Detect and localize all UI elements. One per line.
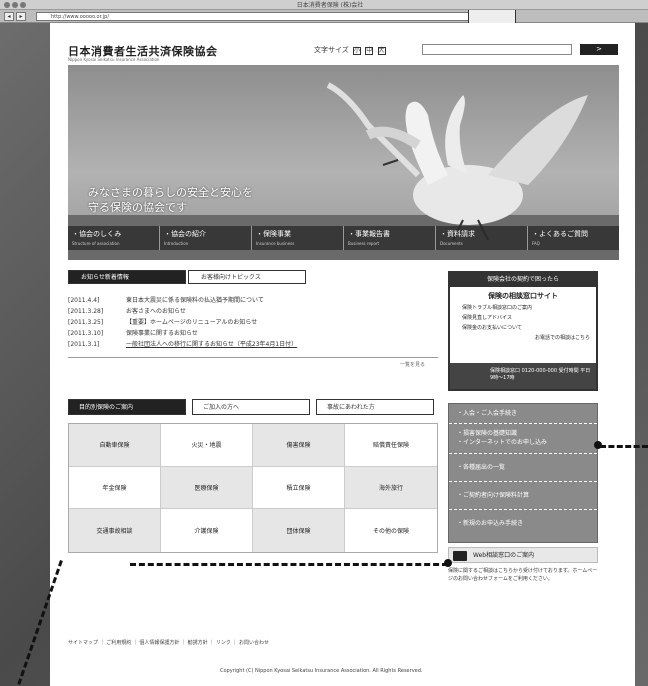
- category-cell[interactable]: 交通事故相談: [69, 509, 161, 552]
- category-cell[interactable]: 団体保険: [253, 509, 345, 552]
- footer-links: サイトマップ ｜ ご利用規約 ｜ 個人情報保護方針 ｜ 勧誘方針 ｜ リンク ｜…: [68, 640, 270, 646]
- footer-link[interactable]: ご利用規約: [106, 640, 131, 646]
- news-list: [2011.4.4] 東日本大震災に係る保険料の払込猶予期間について [2011.…: [68, 295, 438, 350]
- footer-link[interactable]: サイトマップ: [68, 640, 98, 646]
- search-button[interactable]: >: [580, 44, 618, 55]
- category-cell[interactable]: 自動車保険: [69, 424, 161, 467]
- text-size-medium[interactable]: 中: [365, 47, 374, 55]
- category-cell[interactable]: 火災・地震: [161, 424, 253, 467]
- url-text: http://www.ooooo.or.jp/: [51, 14, 110, 20]
- window-title: 日本消費者保険 (株)会社: [296, 2, 364, 9]
- side-menu-item[interactable]: ・損害保険の基礎知識 ・インターネットでのお申し込み: [449, 424, 597, 454]
- list-item[interactable]: [2011.3.10] 保険事業に関するお知らせ: [68, 328, 438, 339]
- web-consult-box[interactable]: Web相談窓口のご案内 保険に関するご相談はこちらから受け付けております。ホーム…: [448, 547, 598, 607]
- callout-dot: [444, 559, 452, 567]
- banner-phone-note: お電話での相談はこちら: [534, 335, 590, 341]
- banner-foot: 保険相談窓口 0120-000-000 受付時間 平日9時～17時: [450, 363, 596, 389]
- web-page: 日本消費者生活共済保険協会 Nippon Kyosai Seikatsu Ins…: [50, 23, 635, 686]
- nav-structure[interactable]: ・協会のしくみ Structure of association: [68, 226, 160, 250]
- list-item[interactable]: [2011.3.28] お客さまへのお知らせ: [68, 306, 438, 317]
- callout-dot: [594, 441, 602, 449]
- tab-accident[interactable]: 事故にあわれた方: [316, 399, 434, 415]
- category-tabs: 目的別保険のご案内 ご加入の方へ 事故にあわれた方: [68, 399, 438, 415]
- copyright: Copyright (C) Nippon Kyosai Seikatsu Ins…: [220, 668, 423, 674]
- list-item[interactable]: [2011.3.1] 一般社団法人への移行に関するお知らせ（平成23年4月1日付）: [68, 339, 438, 350]
- list-item[interactable]: [2011.4.4] 東日本大震災に係る保険料の払込猶予期間について: [68, 295, 438, 306]
- footer-link[interactable]: 個人情報保護方針: [139, 640, 179, 646]
- news-tabs: お知らせ新着情報 お客様向けトピックス: [68, 270, 438, 284]
- divider: [68, 357, 438, 358]
- footer-link[interactable]: 勧誘方針: [188, 640, 208, 646]
- category-cell[interactable]: その他の保険: [345, 509, 437, 552]
- forward-button[interactable]: ▸: [16, 12, 26, 21]
- callout-line: [130, 563, 448, 566]
- text-size-label: 文字サイズ: [314, 46, 349, 54]
- hero-caption-line1: みなさまの暮らしの安全と安心を: [88, 186, 253, 199]
- web-consult-title: Web相談窓口のご案内: [448, 547, 598, 563]
- side-menu-item[interactable]: ・ご契約者向け保険料計算: [449, 482, 597, 510]
- nav-insurance[interactable]: ・保険事業 Insurance business: [252, 226, 344, 250]
- banner-line: 保険金のお支払いについて: [462, 325, 522, 331]
- category-cell[interactable]: 海外旅行: [345, 466, 437, 510]
- category-cell[interactable]: 傷害保険: [253, 424, 345, 467]
- banner-line: 保険トラブル相談窓口のご案内: [462, 305, 533, 311]
- list-item[interactable]: [2011.3.25] 【重要】ホームページのリニューアルのお知らせ: [68, 317, 438, 328]
- pointer-callout: [468, 10, 516, 24]
- nav-introduction[interactable]: ・協会の紹介 Introduction: [160, 226, 252, 250]
- tab-topics[interactable]: お客様向けトピックス: [188, 270, 306, 284]
- nav-documents[interactable]: ・資料請求 Documents: [436, 226, 528, 250]
- category-cell[interactable]: 積立保険: [253, 466, 345, 510]
- address-bar[interactable]: http://www.ooooo.or.jp/ ↻: [36, 12, 514, 21]
- hero-caption: みなさまの暮らしの安全と安心を 守る保険の協会です: [88, 185, 253, 215]
- search-input[interactable]: [422, 44, 572, 55]
- callout-line: [600, 445, 648, 448]
- text-size-large[interactable]: 大: [377, 47, 386, 55]
- side-menu-item[interactable]: ・新規のお申込み手続き: [449, 510, 597, 538]
- nav-faq[interactable]: ・よくあるご質問 FAQ: [528, 226, 619, 250]
- category-grid: 自動車保険 火災・地震 傷害保険 賠償責任保険 年金保険 医療保険 積立保険 海…: [68, 423, 438, 553]
- nav-report[interactable]: ・事業報告書 Business report: [344, 226, 436, 250]
- monitor-icon: [453, 551, 467, 561]
- site-logo-english: Nippon Kyosai Seikatsu Insurance Associa…: [68, 57, 160, 62]
- text-size-control: 文字サイズ 小 中 大: [314, 45, 386, 55]
- news-more-link[interactable]: 一覧を見る: [400, 361, 425, 368]
- category-cell[interactable]: 介護保険: [161, 509, 253, 552]
- zoom-window-icon[interactable]: [20, 2, 26, 8]
- tab-by-purpose[interactable]: 目的別保険のご案内: [68, 399, 186, 415]
- title-bar: 日本消費者保険 (株)会社: [0, 0, 648, 10]
- web-consult-text: 保険に関するご相談はこちらから受け付けております。ホームページのお問い合わせフォ…: [448, 568, 598, 582]
- back-button[interactable]: ◂: [4, 12, 14, 21]
- side-menu-item[interactable]: ・各種届出の一覧: [449, 454, 597, 482]
- banner-title: 保険の相談窓口サイト: [488, 292, 558, 300]
- consult-banner[interactable]: 保険会社の契約で困ったら 保険の相談窓口サイト 保険トラブル相談窓口のご案内 保…: [448, 271, 598, 391]
- side-menu-item[interactable]: ・入会・ご入会手続き: [449, 404, 597, 424]
- text-size-small[interactable]: 小: [353, 47, 362, 55]
- banner-head: 保険会社の契約で困ったら: [450, 273, 596, 287]
- tab-members[interactable]: ご加入の方へ: [192, 399, 310, 415]
- category-cell[interactable]: 年金保険: [69, 466, 161, 510]
- minimize-window-icon[interactable]: [12, 2, 18, 8]
- global-nav: ・協会のしくみ Structure of association ・協会の紹介 In…: [68, 226, 619, 250]
- hero-caption-line2: 守る保険の協会です: [88, 201, 187, 214]
- footer-link[interactable]: リンク: [216, 640, 231, 646]
- category-cell[interactable]: 医療保険: [161, 466, 253, 510]
- banner-line: 保険見直しアドバイス: [462, 315, 512, 321]
- browser-toolbar: ◂ ▸ http://www.ooooo.or.jp/ ↻: [0, 10, 648, 24]
- category-cell[interactable]: 賠償責任保険: [345, 424, 437, 467]
- close-window-icon[interactable]: [4, 2, 10, 8]
- footer-link[interactable]: お問い合わせ: [239, 640, 269, 646]
- browser-window: 日本消費者保険 (株)会社 ◂ ▸ http://www.ooooo.or.jp…: [0, 0, 648, 686]
- tab-news[interactable]: お知らせ新着情報: [68, 270, 186, 284]
- side-menu: ・入会・ご入会手続き ・損害保険の基礎知識 ・インターネットでのお申し込み ・各種…: [448, 403, 598, 543]
